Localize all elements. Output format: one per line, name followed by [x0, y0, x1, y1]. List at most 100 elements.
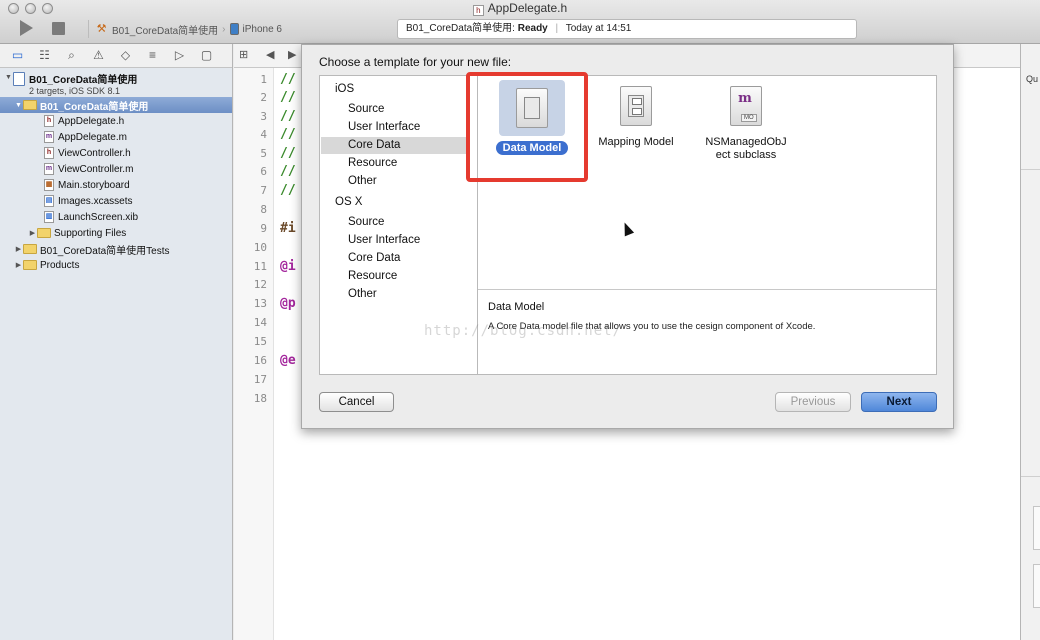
line-number: 3 — [260, 110, 267, 123]
group-row-selected[interactable]: ▼ B01_CoreData简单使用 — [0, 97, 232, 113]
log-icon[interactable]: ▢ — [199, 48, 214, 63]
code-comment: // — [280, 164, 296, 179]
line-number: 14 — [253, 316, 267, 329]
category-osx-core-data[interactable]: Core Data — [321, 250, 466, 267]
template-managed-object-subclass[interactable]: m MO NSManagedObJ ect subclass — [696, 80, 796, 162]
line-number: 7 — [260, 184, 267, 197]
line-number: 1 — [260, 73, 267, 86]
category-ios-resource[interactable]: Resource — [321, 155, 466, 172]
project-navigator: ▭ ☷ ⌕ ⚠ ◇ ≡ ▷ ▢ ▼ B01_CoreData简单使用 2 tar… — [0, 44, 233, 640]
category-group-osx: OS X — [335, 196, 363, 208]
h-file-icon: h — [44, 147, 54, 159]
category-osx-other[interactable]: Other — [321, 286, 466, 303]
xib-icon: ▥ — [44, 211, 54, 223]
file-row[interactable]: ▤ Images.xcassets — [0, 193, 232, 209]
diamond-test-icon[interactable]: ◇ — [118, 48, 133, 63]
managed-object-glyph: m — [738, 91, 752, 106]
line-number: 6 — [260, 165, 267, 178]
annotation-highlight-box — [466, 72, 588, 182]
group-row[interactable]: ▶ Supporting Files — [0, 225, 232, 241]
status-time: Today at 14:51 — [565, 23, 632, 34]
iphone-icon — [229, 23, 239, 35]
run-button[interactable] — [20, 20, 33, 36]
code-comment: // — [280, 183, 296, 198]
related-items-icon[interactable]: ⊞ — [239, 48, 248, 61]
cancel-button[interactable]: Cancel — [319, 392, 394, 412]
group-name: B01_CoreData简单使用Tests — [40, 245, 170, 257]
storyboard-icon: ▦ — [44, 179, 54, 191]
template-label: Mapping Model — [598, 136, 674, 148]
group-row[interactable]: ▶ B01_CoreData简单使用Tests — [0, 241, 232, 257]
new-file-template-sheet: Choose a template for your new file: iOS… — [301, 44, 954, 429]
file-row[interactable]: m AppDelegate.m — [0, 129, 232, 145]
disclosure-closed-icon[interactable]: ▶ — [14, 245, 23, 253]
stop-button[interactable] — [52, 22, 65, 35]
library-item[interactable] — [1033, 564, 1040, 608]
navigator-tabs: ▭ ☷ ⌕ ⚠ ◇ ≡ ▷ ▢ — [0, 44, 232, 68]
utility-divider — [1021, 169, 1040, 170]
file-name: AppDelegate.m — [58, 131, 127, 143]
file-row[interactable]: ▥ LaunchScreen.xib — [0, 209, 232, 225]
line-number: 2 — [260, 91, 267, 104]
file-name: Images.xcassets — [58, 195, 133, 207]
disclosure-closed-icon[interactable]: ▶ — [28, 229, 37, 237]
scheme-name: B01_CoreData简单使用 — [112, 25, 219, 37]
line-number: 16 — [253, 354, 267, 367]
library-item[interactable] — [1033, 506, 1040, 550]
category-ios-other[interactable]: Other — [321, 173, 466, 190]
category-osx-user-interface[interactable]: User Interface — [321, 232, 466, 249]
disclosure-open-icon[interactable]: ▼ — [4, 74, 13, 81]
scheme-selector[interactable]: ⚒ B01_CoreData简单使用 › iPhone 6 — [88, 20, 282, 38]
disclosure-closed-icon[interactable]: ▶ — [14, 261, 23, 269]
line-number: 11 — [253, 260, 267, 273]
hierarchy-icon[interactable]: ☷ — [37, 48, 52, 63]
category-osx-source[interactable]: Source — [321, 214, 466, 231]
file-row[interactable]: ▦ Main.storyboard — [0, 177, 232, 193]
template-label-line2: ect subclass — [715, 149, 777, 161]
code-comment: // — [280, 90, 296, 105]
group-name: Supporting Files — [54, 227, 127, 239]
search-icon[interactable]: ⌕ — [64, 48, 79, 63]
folder-icon — [37, 228, 51, 238]
chevron-right-icon: › — [222, 23, 226, 35]
file-row[interactable]: h AppDelegate.h — [0, 113, 232, 129]
category-ios-user-interface[interactable]: User Interface — [321, 119, 466, 136]
file-row[interactable]: m ViewController.m — [0, 161, 232, 177]
line-number: 18 — [253, 392, 267, 405]
category-ios-source[interactable]: Source — [321, 101, 466, 118]
group-row[interactable]: ▶ Products — [0, 257, 232, 273]
folder-icon — [23, 100, 37, 110]
utility-divider — [1021, 476, 1040, 477]
template-mapping-model[interactable]: Mapping Model — [586, 80, 686, 149]
category-ios-core-data[interactable]: Core Data — [321, 137, 466, 154]
previous-button[interactable]: Previous — [775, 392, 851, 412]
next-button[interactable]: Next — [861, 392, 937, 412]
mapping-model-glyph — [628, 95, 644, 117]
code-comment: // — [280, 72, 296, 87]
file-name: Main.storyboard — [58, 179, 130, 191]
mapping-model-icon — [620, 86, 652, 126]
back-arrow-icon[interactable]: ◀ — [266, 48, 274, 61]
warning-icon[interactable]: ⚠ — [91, 48, 106, 63]
m-file-icon: m — [44, 163, 54, 175]
project-row[interactable]: ▼ B01_CoreData简单使用 2 targets, iOS SDK 8.… — [0, 71, 232, 97]
group-name: B01_CoreData简单使用 — [40, 101, 149, 113]
mo-badge: MO — [741, 114, 757, 122]
category-osx-resource[interactable]: Resource — [321, 268, 466, 285]
code-comment: // — [280, 127, 296, 142]
folder-icon[interactable]: ▭ — [10, 48, 25, 63]
line-number: 8 — [260, 203, 267, 216]
disclosure-open-icon[interactable]: ▼ — [14, 102, 23, 109]
project-name: B01_CoreData简单使用 — [29, 75, 138, 86]
template-label: NSManagedObJ ect subclass — [696, 136, 796, 162]
window-title: h AppDelegate.h — [0, 1, 1040, 16]
file-row[interactable]: h ViewController.h — [0, 145, 232, 161]
status-divider: | — [555, 23, 559, 34]
status-project: B01_CoreData简单使用: — [406, 23, 515, 34]
debug-icon[interactable]: ≡ — [145, 48, 160, 63]
line-number: 5 — [260, 147, 267, 160]
breakpoint-icon[interactable]: ▷ — [172, 48, 187, 63]
window-toolbar: h AppDelegate.h ⚒ B01_CoreData简单使用 › iPho… — [0, 0, 1040, 44]
status-state: Ready — [517, 23, 548, 34]
forward-arrow-icon[interactable]: ▶ — [288, 48, 296, 61]
